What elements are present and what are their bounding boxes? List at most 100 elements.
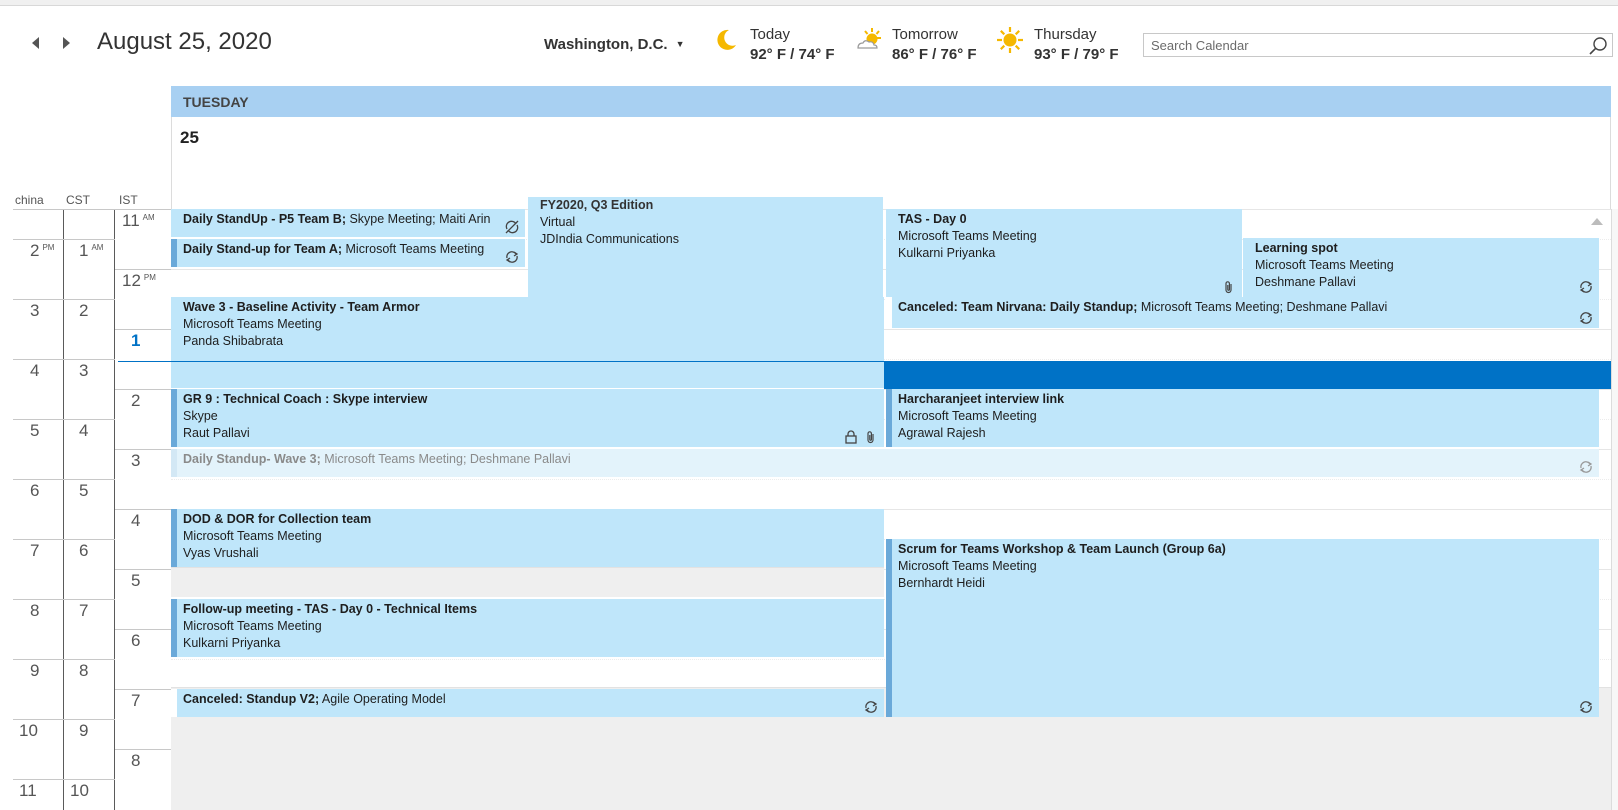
search-input[interactable] bbox=[1144, 34, 1564, 56]
vertical-scrollbar[interactable] bbox=[1611, 209, 1618, 810]
ruler-line bbox=[115, 329, 171, 330]
ist-hour-label: 3 bbox=[131, 451, 140, 471]
scroll-up-icon[interactable] bbox=[1590, 216, 1604, 226]
event-location: Virtual bbox=[540, 215, 576, 229]
next-day-button[interactable] bbox=[57, 34, 75, 52]
event-title: Canceled: Team Nirvana: Daily Standup; bbox=[898, 300, 1138, 314]
off-hours-slot[interactable] bbox=[171, 567, 884, 597]
all-day-area[interactable]: 25 bbox=[171, 117, 1611, 209]
event-follow-up-tas[interactable]: Follow-up meeting - TAS - Day 0 - Techni… bbox=[171, 599, 884, 657]
event-daily-standup-wave-3[interactable]: Daily Standup- Wave 3; Microsoft Teams M… bbox=[171, 449, 1599, 477]
ruler-line bbox=[115, 569, 171, 570]
cst-hour-label: 6 bbox=[79, 541, 88, 561]
cst-hour-label-value: 9 bbox=[79, 721, 89, 740]
event-fy2020-q3[interactable]: FY2020, Q3 Edition Virtual JDIndia Commu… bbox=[528, 197, 883, 297]
china-hour-label-value: 7 bbox=[30, 541, 40, 560]
ist-hour-label: 6 bbox=[131, 631, 140, 651]
event-canceled-team-nirvana[interactable]: Canceled: Team Nirvana: Daily Standup; M… bbox=[886, 297, 1599, 328]
event-organizer: Vyas Vrushali bbox=[183, 546, 259, 560]
location-label: Washington, D.C. bbox=[544, 36, 668, 53]
event-title: GR 9 : Technical Coach : Skype interview bbox=[183, 392, 428, 406]
ruler-line bbox=[115, 629, 171, 630]
china-hour-label: 10 bbox=[19, 721, 38, 741]
event-wave-3-baseline[interactable]: Wave 3 - Baseline Activity - Team Armor … bbox=[171, 297, 884, 388]
ist-hour-label: 4 bbox=[131, 511, 140, 531]
event-location: Microsoft Teams Meeting bbox=[1255, 258, 1394, 272]
sun-icon bbox=[997, 27, 1023, 53]
event-location: Microsoft Teams Meeting bbox=[183, 619, 322, 633]
search-box[interactable] bbox=[1143, 33, 1613, 57]
china-hour-label-value: 6 bbox=[30, 481, 40, 500]
event-organizer: Kulkarni Priyanka bbox=[183, 636, 281, 650]
ruler-line bbox=[13, 239, 115, 240]
ruler-line bbox=[13, 719, 115, 720]
cst-hour-label: 8 bbox=[79, 661, 88, 681]
event-canceled-standup-v2[interactable]: Canceled: Standup V2; Agile Operating Mo… bbox=[171, 689, 884, 717]
cst-hour-label-value: 10 bbox=[70, 781, 89, 800]
cst-hour-label-value: 8 bbox=[79, 661, 89, 680]
ruler-line bbox=[13, 419, 115, 420]
event-organizer: Agrawal Rajesh bbox=[898, 426, 986, 440]
china-hour-label-value: 10 bbox=[19, 721, 38, 740]
china-hour-label: 5 bbox=[30, 421, 39, 441]
timezone-label-cst: CST bbox=[66, 193, 90, 207]
event-daily-standup-p5[interactable]: Daily StandUp - P5 Team B; Skype Meeting… bbox=[171, 209, 525, 237]
event-title: Daily StandUp - P5 Team B; bbox=[183, 212, 346, 226]
event-location: Microsoft Teams Meeting bbox=[342, 242, 485, 256]
china-hour-label: 11 bbox=[19, 781, 37, 801]
timezone-label-ist: IST bbox=[119, 193, 138, 207]
event-location: Microsoft Teams Meeting; Deshmane Pallav… bbox=[320, 452, 571, 466]
lock-icon bbox=[845, 430, 857, 444]
event-scrum-workshop[interactable]: Scrum for Teams Workshop & Team Launch (… bbox=[886, 539, 1599, 717]
cst-hour-label: 5 bbox=[79, 481, 88, 501]
recurring-exception-icon bbox=[505, 220, 519, 234]
ruler-line bbox=[13, 539, 115, 540]
ist-hour-label-value: 11 bbox=[122, 211, 140, 230]
partly-sunny-icon bbox=[857, 28, 881, 49]
recurring-icon bbox=[1579, 281, 1593, 293]
chevron-right-icon bbox=[63, 37, 70, 49]
cst-hour-label-value: 3 bbox=[79, 361, 89, 380]
event-location: Skype Meeting; Maiti Arin bbox=[346, 212, 491, 226]
ist-hour-label: 7 bbox=[131, 691, 140, 711]
attachment-icon bbox=[867, 431, 874, 444]
ist-hour-label-value: 8 bbox=[131, 751, 141, 770]
cst-hour-label: 3 bbox=[79, 361, 88, 381]
ruler-line bbox=[115, 749, 171, 750]
ruler-line bbox=[13, 359, 115, 360]
cst-hour-label-value: 6 bbox=[79, 541, 89, 560]
ruler-line bbox=[13, 599, 115, 600]
location-dropdown[interactable]: Washington, D.C. ▼ bbox=[544, 36, 685, 53]
china-hour-label: 4 bbox=[30, 361, 39, 381]
ruler-line bbox=[115, 209, 171, 210]
day-header[interactable]: TUESDAY bbox=[171, 86, 1611, 117]
event-learning-spot[interactable]: Learning spot Microsoft Teams Meeting De… bbox=[1243, 238, 1599, 297]
china-hour-label-value: 11 bbox=[19, 781, 37, 800]
event-location: Microsoft Teams Meeting bbox=[898, 409, 1037, 423]
weather-day-label: Tomorrow bbox=[892, 26, 958, 43]
time-slot[interactable] bbox=[171, 479, 1611, 509]
event-daily-standup-team-a[interactable]: Daily Stand-up for Team A; Microsoft Tea… bbox=[171, 239, 525, 267]
event-title: Scrum for Teams Workshop & Team Launch (… bbox=[898, 542, 1226, 556]
day-name: TUESDAY bbox=[183, 94, 249, 110]
attachment-icon bbox=[1225, 281, 1232, 294]
weather-temp: 92° F / 74° F bbox=[750, 46, 835, 63]
china-hour-label-value: 2 bbox=[30, 241, 40, 260]
cst-hour-label-value: 7 bbox=[79, 601, 89, 620]
ist-hour-label-value: 12 bbox=[122, 271, 141, 290]
ruler-line bbox=[115, 389, 171, 390]
ruler-line bbox=[115, 269, 171, 270]
previous-day-button[interactable] bbox=[27, 34, 45, 52]
ruler-line bbox=[13, 479, 115, 480]
event-tas-day-0[interactable]: TAS - Day 0 Microsoft Teams Meeting Kulk… bbox=[886, 209, 1242, 297]
ist-hour-label-value: 2 bbox=[131, 391, 141, 410]
event-gr9-technical-coach[interactable]: GR 9 : Technical Coach : Skype interview… bbox=[171, 389, 884, 447]
event-dod-dor[interactable]: DOD & DOR for Collection team Microsoft … bbox=[171, 509, 884, 567]
event-title: FY2020, Q3 Edition bbox=[540, 198, 654, 212]
search-icon[interactable] bbox=[1588, 36, 1608, 56]
event-harcharanjeet-interview[interactable]: Harcharanjeet interview link Microsoft T… bbox=[886, 389, 1599, 447]
current-date-title: August 25, 2020 bbox=[97, 28, 272, 55]
event-location: Microsoft Teams Meeting bbox=[898, 559, 1037, 573]
china-hour-label: 2 PM bbox=[30, 241, 55, 260]
cst-hour-label: 9 bbox=[79, 721, 88, 741]
